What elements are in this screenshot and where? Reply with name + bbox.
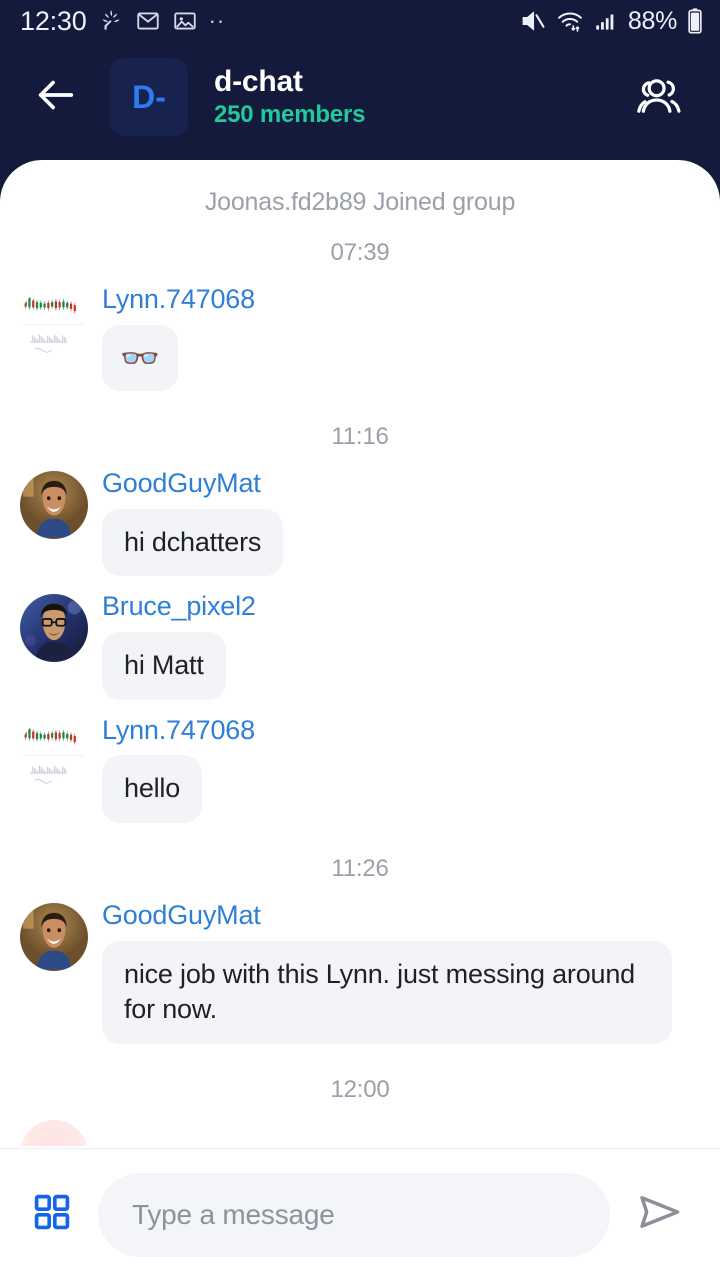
message-list[interactable]: Joonas.fd2b89 Joined group 07:39 Lynn.7470… bbox=[0, 160, 720, 1148]
wifi-icon bbox=[556, 7, 584, 35]
message-input[interactable] bbox=[132, 1198, 576, 1231]
message-row: Bruce_pixel2hi Matt bbox=[0, 590, 720, 700]
member-count-label: 250 members bbox=[214, 101, 366, 128]
man-smiling-avatar[interactable] bbox=[20, 903, 88, 972]
back-arrow-icon bbox=[33, 72, 79, 123]
partial-avatar bbox=[20, 1120, 88, 1147]
apps-grid-button[interactable] bbox=[24, 1187, 80, 1243]
timestamp-separator: 12:00 bbox=[330, 1076, 390, 1104]
chat-header: D- d-chat 250 members bbox=[0, 42, 720, 160]
volume-muted-icon bbox=[519, 7, 547, 35]
message-content: GoodGuyMat hi dchatters bbox=[102, 467, 696, 577]
message-row: GoodGuyMat hi dchatters bbox=[0, 467, 720, 577]
group-people-icon bbox=[633, 68, 687, 127]
back-button[interactable] bbox=[28, 69, 84, 125]
timestamp-separator: 11:16 bbox=[331, 422, 389, 450]
message-author[interactable]: GoodGuyMat bbox=[102, 467, 261, 501]
message-bubble[interactable]: hi dchatters bbox=[102, 508, 284, 577]
flower-icon bbox=[98, 8, 124, 34]
message-content: Bruce_pixel2hi Matt bbox=[102, 590, 696, 700]
send-button[interactable] bbox=[628, 1183, 692, 1247]
message-row: Lynn.747068 👓 bbox=[0, 283, 720, 391]
candlestick-chart-avatar[interactable] bbox=[20, 717, 88, 786]
message-author[interactable]: Bruce_pixel2 bbox=[102, 590, 256, 624]
man-smiling-avatar[interactable] bbox=[20, 470, 88, 539]
chat-screen: 12:30 ·· 88% D- d-chat 250 members Joona… bbox=[0, 0, 720, 1280]
chat-panel: Joonas.fd2b89 Joined group 07:39 Lynn.7470… bbox=[0, 160, 720, 1280]
message-content: GoodGuyMat nice job with this Lynn. just … bbox=[102, 899, 696, 1045]
message-bubble[interactable]: 👓 bbox=[102, 324, 178, 391]
group-avatar-badge[interactable]: D- bbox=[110, 58, 188, 136]
members-button[interactable] bbox=[628, 65, 692, 129]
status-bar-left: 12:30 ·· bbox=[20, 6, 225, 37]
send-paper-plane-icon bbox=[635, 1187, 685, 1242]
system-message: Joonas.fd2b89 Joined group bbox=[204, 188, 516, 216]
message-content: Lynn.747068 hello bbox=[102, 714, 696, 824]
message-author[interactable]: Lynn.747068 bbox=[102, 283, 255, 317]
message-composer bbox=[0, 1148, 720, 1280]
partial-message-row bbox=[0, 1120, 720, 1147]
chat-header-text[interactable]: d-chat 250 members bbox=[214, 65, 628, 128]
status-bar-right: 88% bbox=[519, 7, 704, 36]
cellular-signal-icon bbox=[593, 8, 619, 34]
battery-percent-label: 88% bbox=[627, 6, 677, 35]
page-title: d-chat bbox=[214, 65, 303, 99]
gmail-icon bbox=[135, 8, 161, 34]
gallery-icon bbox=[172, 8, 198, 34]
message-bubble[interactable]: hello bbox=[102, 755, 203, 824]
message-author[interactable]: Lynn.747068 bbox=[102, 714, 255, 748]
message-author[interactable]: GoodGuyMat bbox=[102, 899, 261, 933]
message-bubble[interactable]: nice job with this Lynn. just messing ar… bbox=[102, 940, 672, 1045]
man-glasses-avatar[interactable] bbox=[20, 594, 88, 663]
message-row: GoodGuyMat nice job with this Lynn. just … bbox=[0, 899, 720, 1045]
grid-apps-icon bbox=[31, 1191, 73, 1238]
message-row: Lynn.747068 hello bbox=[0, 714, 720, 824]
timestamp-separator: 11:26 bbox=[331, 855, 389, 883]
message-input-wrapper[interactable] bbox=[98, 1172, 610, 1257]
message-content: Lynn.747068 👓 bbox=[102, 283, 696, 391]
status-bar: 12:30 ·· 88% bbox=[0, 0, 720, 42]
timestamp-separator: 07:39 bbox=[330, 239, 390, 266]
message-bubble[interactable]: hi Matt bbox=[102, 632, 226, 700]
more-dots-icon: ·· bbox=[208, 8, 226, 34]
battery-icon bbox=[686, 7, 704, 35]
group-badge-label: D- bbox=[132, 78, 166, 115]
status-clock: 12:30 bbox=[20, 5, 87, 36]
candlestick-chart-avatar[interactable] bbox=[20, 287, 88, 355]
